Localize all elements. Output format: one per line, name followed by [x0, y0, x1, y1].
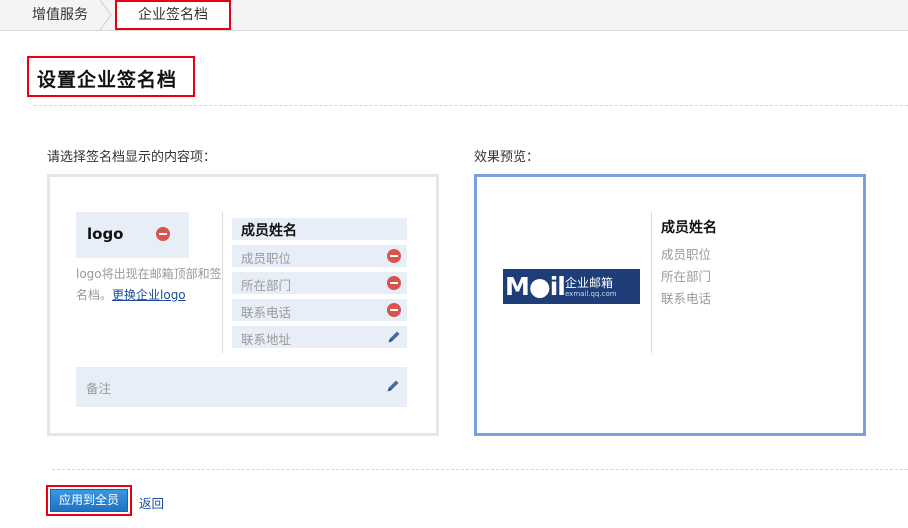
field-row-address: 联系地址: [232, 326, 407, 348]
breadcrumb-item-signature[interactable]: 企业签名档: [115, 0, 231, 30]
field-label: 所在部门: [241, 278, 292, 293]
logo-field: logo: [76, 212, 189, 258]
signature-preview: M●il 企业邮箱 exmail.qq.com 成员姓名 成员职位 所在部门 联…: [474, 174, 866, 436]
breadcrumb: 增值服务 企业签名档: [0, 0, 908, 31]
footer-divider: [52, 469, 908, 470]
remove-icon[interactable]: [387, 249, 401, 263]
exmail-logo-cn: 企业邮箱: [565, 276, 614, 290]
field-row-position: 成员职位: [232, 245, 407, 267]
field-row-department: 所在部门: [232, 272, 407, 294]
exmail-logo-brand: M●il: [505, 272, 566, 301]
remove-icon[interactable]: [387, 276, 401, 290]
breadcrumb-separator: [99, 0, 112, 30]
field-label: 成员姓名: [241, 223, 297, 239]
back-link[interactable]: 返回: [139, 493, 164, 512]
field-row-phone: 联系电话: [232, 299, 407, 321]
field-row-name: 成员姓名: [232, 218, 407, 240]
remove-icon[interactable]: [156, 227, 170, 241]
title-divider: [34, 105, 908, 106]
logo-note: logo将出现在邮箱顶部和签名档。更换企业logo: [76, 264, 226, 306]
exmail-logo-url: exmail.qq.com: [565, 290, 617, 298]
editor-section-label: 请选择签名档显示的内容项：: [47, 150, 217, 165]
preview-line: 成员职位: [661, 247, 712, 262]
change-logo-link[interactable]: 更换企业logo: [112, 288, 186, 302]
preview-divider: [651, 212, 652, 353]
preview-section-label: 效果预览：: [474, 150, 540, 165]
exmail-logo: M●il 企业邮箱 exmail.qq.com: [503, 269, 640, 304]
preview-line: 联系电话: [661, 291, 712, 306]
field-label: 联系地址: [241, 332, 292, 347]
signature-editor: logo logo将出现在邮箱顶部和签名档。更换企业logo 成员姓名 成员职位…: [47, 174, 439, 436]
apply-to-all-button[interactable]: 应用到全员: [50, 489, 128, 512]
logo-label: logo: [87, 225, 124, 243]
editor-divider: [222, 212, 223, 353]
field-label: 联系电话: [241, 305, 292, 320]
page-title-highlight: 设置企业签名档: [27, 56, 195, 97]
remove-icon[interactable]: [387, 303, 401, 317]
pencil-icon[interactable]: [385, 378, 401, 394]
field-label: 备注: [86, 381, 112, 396]
pencil-icon[interactable]: [386, 329, 402, 345]
apply-button-highlight: 应用到全员: [46, 485, 132, 516]
field-row-note: 备注: [76, 367, 407, 407]
page-title: 设置企业签名档: [37, 69, 178, 91]
preview-member-name: 成员姓名: [661, 220, 717, 236]
field-label: 成员职位: [241, 251, 292, 266]
preview-line: 所在部门: [661, 269, 712, 284]
breadcrumb-item-value-added[interactable]: 增值服务: [32, 0, 88, 30]
